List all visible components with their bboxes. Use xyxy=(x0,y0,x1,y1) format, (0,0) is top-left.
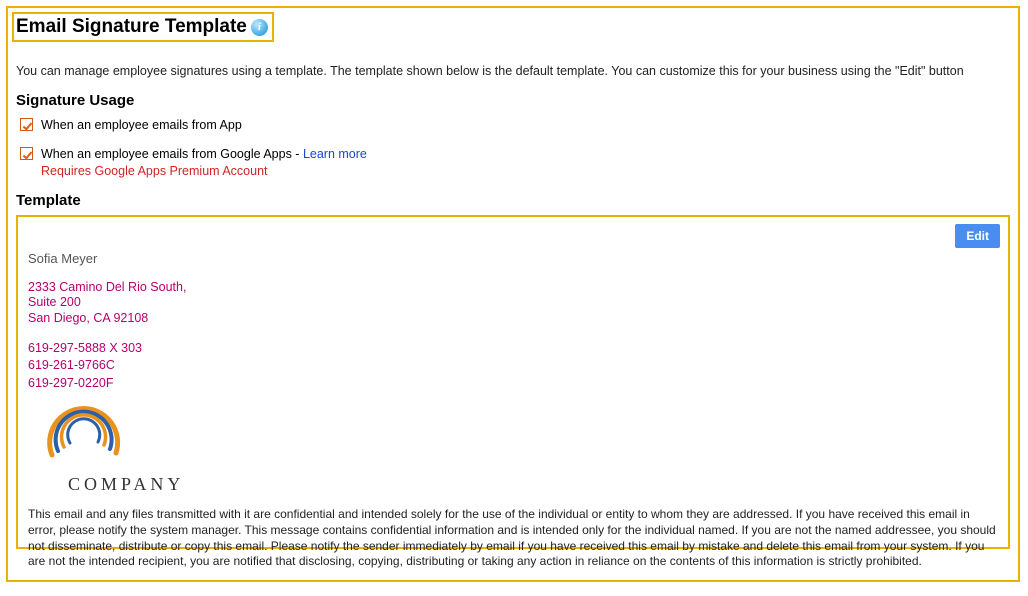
company-logo: COMPANY xyxy=(28,393,998,503)
phone-line: 619-261-9766C xyxy=(28,358,998,374)
address-line: 2333 Camino Del Rio South, xyxy=(28,280,998,296)
usage-option-app: When an employee emails from App xyxy=(20,117,1010,134)
phone-line: 619-297-0220F xyxy=(28,376,998,392)
checkbox-icon[interactable] xyxy=(20,147,33,160)
intro-text: You can manage employee signatures using… xyxy=(16,64,1010,78)
template-preview: Edit Sofia Meyer 2333 Camino Del Rio Sou… xyxy=(16,215,1010,549)
edit-button[interactable]: Edit xyxy=(955,224,1000,248)
page-title-box: Email Signature Template xyxy=(12,12,274,42)
address-line: Suite 200 xyxy=(28,295,998,311)
address-line: San Diego, CA 92108 xyxy=(28,311,998,327)
signature-phones: 619-297-5888 X 303 619-261-9766C 619-297… xyxy=(28,341,998,392)
company-name: COMPANY xyxy=(68,474,998,495)
disclaimer-text: This email and any files transmitted wit… xyxy=(28,507,998,569)
usage-option-google-apps: When an employee emails from Google Apps… xyxy=(20,146,1010,180)
usage-option-label: When an employee emails from Google Apps… xyxy=(41,147,303,161)
phone-line: 619-297-5888 X 303 xyxy=(28,341,998,357)
learn-more-link[interactable]: Learn more xyxy=(303,147,367,161)
premium-warning: Requires Google Apps Premium Account xyxy=(41,163,367,180)
logo-swirl-icon xyxy=(28,393,188,477)
template-heading: Template xyxy=(16,192,1010,209)
page-frame: Email Signature Template You can manage … xyxy=(6,6,1020,582)
signature-name: Sofia Meyer xyxy=(28,251,998,266)
signature-address: 2333 Camino Del Rio South, Suite 200 San… xyxy=(28,280,998,327)
usage-option-label: When an employee emails from App xyxy=(41,118,242,132)
checkbox-icon[interactable] xyxy=(20,118,33,131)
info-icon[interactable] xyxy=(251,19,268,36)
page-title: Email Signature Template xyxy=(16,16,247,38)
signature-usage-heading: Signature Usage xyxy=(16,92,1010,109)
